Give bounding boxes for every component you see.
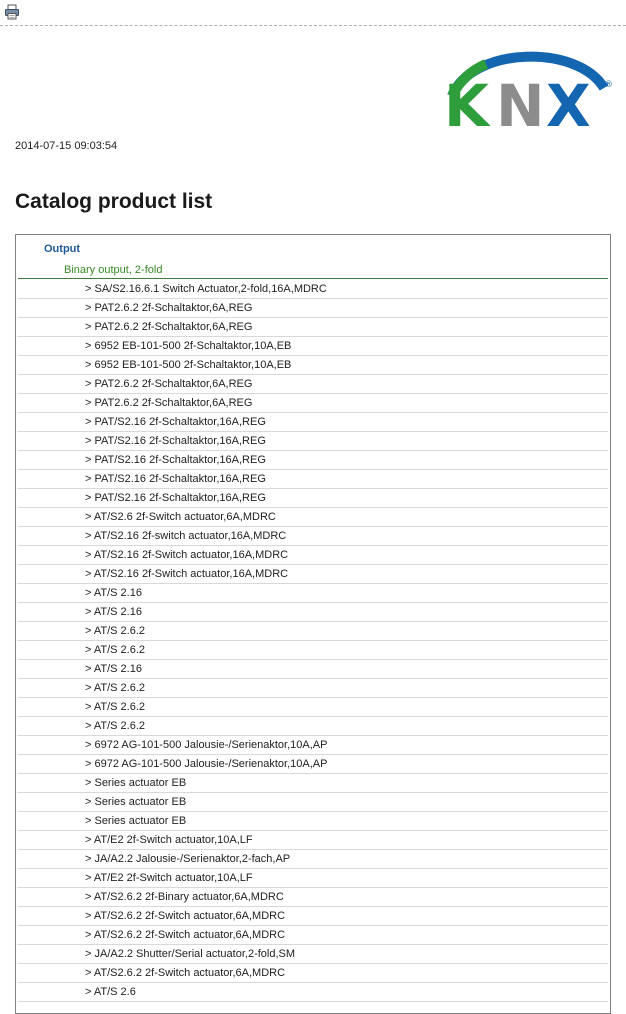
product-item[interactable]: > AT/S 2.6.2	[18, 641, 608, 660]
subcategory-heading: Binary output, 2-fold	[18, 259, 608, 279]
product-item[interactable]: > PAT2.6.2 2f-Schaltaktor,6A,REG	[18, 394, 608, 413]
product-item[interactable]: > PAT/S2.16 2f-Schaltaktor,16A,REG	[18, 413, 608, 432]
product-item[interactable]: > JA/A2.2 Shutter/Serial actuator,2-fold…	[18, 945, 608, 964]
product-item[interactable]: > 6972 AG-101-500 Jalousie-/Serienaktor,…	[18, 736, 608, 755]
product-item[interactable]: > Series actuator EB	[18, 774, 608, 793]
product-item[interactable]: > AT/S2.6 2f-Switch actuator,6A,MDRC	[18, 508, 608, 527]
product-item[interactable]: > AT/S 2.16	[18, 660, 608, 679]
product-item[interactable]: > AT/S 2.6.2	[18, 679, 608, 698]
product-item[interactable]: > Series actuator EB	[18, 793, 608, 812]
svg-text:K: K	[444, 72, 491, 130]
print-toolbar	[0, 0, 626, 26]
product-item[interactable]: > 6952 EB-101-500 2f-Schaltaktor,10A,EB	[18, 337, 608, 356]
product-item[interactable]: > AT/E2 2f-Switch actuator,10A,LF	[18, 869, 608, 888]
category-heading: Output	[44, 243, 81, 255]
product-item[interactable]: > AT/S 2.6.2	[18, 698, 608, 717]
svg-text:X: X	[546, 72, 591, 130]
product-item[interactable]: > JA/A2.2 Jalousie-/Serienaktor,2-fach,A…	[18, 850, 608, 869]
generated-timestamp: 2014-07-15 09:03:54	[15, 140, 118, 152]
product-item[interactable]: > AT/S 2.6.2	[18, 717, 608, 736]
knx-logo: K N X ®	[444, 48, 614, 140]
product-item[interactable]: > AT/S2.16 2f-Switch actuator,16A,MDRC	[18, 565, 608, 584]
product-item[interactable]: > SA/S2.16.6.1 Switch Actuator,2-fold,16…	[18, 280, 608, 299]
printer-icon[interactable]	[4, 4, 20, 20]
product-item[interactable]: > AT/S2.16 2f-Switch actuator,16A,MDRC	[18, 546, 608, 565]
product-item[interactable]: > 6972 AG-101-500 Jalousie-/Serienaktor,…	[18, 755, 608, 774]
product-item[interactable]: > PAT2.6.2 2f-Schaltaktor,6A,REG	[18, 299, 608, 318]
product-item[interactable]: > AT/S 2.16	[18, 603, 608, 622]
product-item[interactable]: > PAT2.6.2 2f-Schaltaktor,6A,REG	[18, 375, 608, 394]
product-item[interactable]: > PAT/S2.16 2f-Schaltaktor,16A,REG	[18, 451, 608, 470]
product-item[interactable]: > PAT2.6.2 2f-Schaltaktor,6A,REG	[18, 318, 608, 337]
product-item[interactable]: > AT/S 2.16	[18, 584, 608, 603]
product-item[interactable]: > PAT/S2.16 2f-Schaltaktor,16A,REG	[18, 432, 608, 451]
product-item[interactable]: > AT/E2 2f-Switch actuator,10A,LF	[18, 831, 608, 850]
product-item[interactable]: > AT/S 2.6	[18, 983, 608, 1002]
svg-text:®: ®	[604, 80, 613, 90]
product-item[interactable]: > AT/S2.16 2f-switch actuator,16A,MDRC	[18, 527, 608, 546]
product-item[interactable]: > AT/S2.6.2 2f-Switch actuator,6A,MDRC	[18, 907, 608, 926]
page-title: Catalog product list	[15, 190, 213, 213]
product-item[interactable]: > AT/S2.6.2 2f-Binary actuator,6A,MDRC	[18, 888, 608, 907]
svg-text:N: N	[496, 72, 545, 130]
product-item[interactable]: > 6952 EB-101-500 2f-Schaltaktor,10A,EB	[18, 356, 608, 375]
product-list: > SA/S2.16.6.1 Switch Actuator,2-fold,16…	[18, 280, 608, 1002]
product-item[interactable]: > PAT/S2.16 2f-Schaltaktor,16A,REG	[18, 489, 608, 508]
product-item[interactable]: > AT/S 2.6.2	[18, 622, 608, 641]
product-item[interactable]: > AT/S2.6.2 2f-Switch actuator,6A,MDRC	[18, 964, 608, 983]
product-item[interactable]: > PAT/S2.16 2f-Schaltaktor,16A,REG	[18, 470, 608, 489]
product-item[interactable]: > Series actuator EB	[18, 812, 608, 831]
product-item[interactable]: > AT/S2.6.2 2f-Switch actuator,6A,MDRC	[18, 926, 608, 945]
catalog-panel: Output Binary output, 2-fold > SA/S2.16.…	[15, 234, 611, 1014]
